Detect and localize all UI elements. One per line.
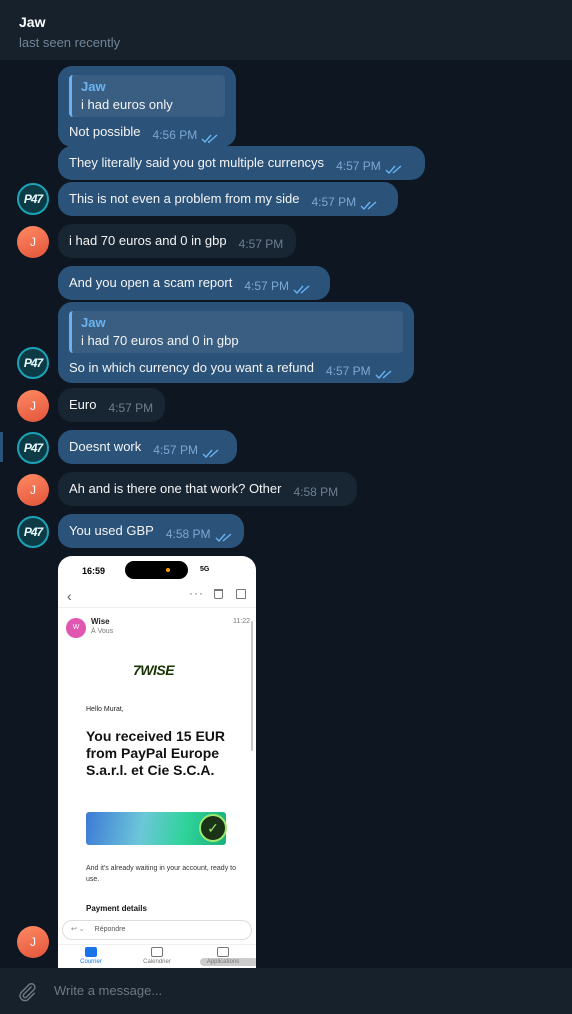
message-time: 4:58 PM — [293, 485, 339, 499]
message-time: 4:57 PM — [153, 443, 198, 457]
message-bubble-outgoing[interactable]: Doesnt work 4:57 PM — [58, 430, 237, 464]
phone-status-bar: 16:59 5G — [58, 556, 256, 584]
message-bubble-outgoing[interactable]: And you open a scam report 4:57 PM — [58, 266, 330, 300]
message-time: 4:56 PM — [152, 128, 198, 142]
message-time: 4:58 PM — [165, 527, 211, 541]
message-time: 4:57 PM — [238, 237, 284, 251]
mail-toolbar: ‹ ··· — [58, 584, 256, 608]
sender-avatar-small: W — [66, 618, 86, 638]
contact-name[interactable]: Jaw — [19, 14, 553, 30]
message-text: Doesnt work — [69, 439, 142, 454]
trash-icon — [214, 589, 223, 599]
reply-quote[interactable]: Jaw i had euros only — [69, 75, 225, 117]
attach-icon[interactable] — [16, 981, 38, 1003]
signal-indicator: 5G — [200, 566, 210, 573]
sender-avatar[interactable]: P47 — [17, 183, 49, 215]
calendar-icon — [151, 947, 163, 957]
message-bubble-outgoing[interactable]: Jaw i had 70 euros and 0 in gbp So in wh… — [58, 302, 414, 383]
reply-text: i had euros only — [81, 97, 173, 112]
read-receipt-icon — [201, 134, 218, 144]
message-text: Euro — [69, 397, 97, 412]
message-list[interactable]: Jaw i had euros only Not possible 4:56 P… — [0, 60, 572, 968]
message-time: 4:57 PM — [244, 279, 290, 293]
reply-label: Répondre — [94, 926, 126, 933]
mail-reply-bar: ↩ ⌄ Répondre — [62, 920, 252, 940]
reply-author: Jaw — [81, 79, 106, 94]
checkmark-icon: ✓ — [199, 814, 227, 842]
message-time: 4:57 PM — [108, 401, 154, 415]
message-input[interactable]: Write a message... — [54, 983, 162, 998]
mail-header: W Wise À Vous 11:22 — [58, 608, 256, 646]
avatar-logo: P47 — [23, 441, 43, 455]
dynamic-island — [125, 561, 188, 579]
read-receipt-icon — [293, 285, 310, 295]
tab-applications: Applications — [198, 947, 256, 966]
reply-quote[interactable]: Jaw i had 70 euros and 0 in gbp — [69, 311, 403, 353]
mail-sender: Wise — [91, 617, 110, 626]
message-bubble-incoming[interactable]: Euro 4:57 PM — [58, 388, 165, 422]
message-time: 4:57 PM — [311, 195, 357, 209]
message-bubble-outgoing[interactable]: Jaw i had euros only Not possible 4:56 P… — [58, 66, 236, 147]
mail-scrollbar — [251, 621, 253, 751]
mail-tab-bar: Courrier Calendrier Applications — [58, 944, 256, 968]
reply-text: i had 70 euros and 0 in gbp — [81, 333, 239, 348]
message-bubble-outgoing[interactable]: This is not even a problem from my side … — [58, 182, 398, 216]
message-text: Not possible — [69, 124, 141, 139]
read-receipt-icon — [215, 533, 231, 543]
payment-details-heading: Payment details — [86, 904, 147, 913]
mail-time: 11:22 — [233, 618, 250, 625]
contact-avatar[interactable]: J — [17, 474, 49, 506]
contact-avatar[interactable]: J — [17, 226, 49, 258]
tab-label: Calendrier — [143, 959, 171, 965]
read-receipt-icon — [385, 165, 402, 175]
message-bubble-outgoing[interactable]: They literally said you got multiple cur… — [58, 146, 425, 180]
message-composer[interactable]: Write a message... — [0, 968, 572, 1014]
message-text: They literally said you got multiple cur… — [69, 155, 325, 170]
message-text: And you open a scam report — [69, 275, 233, 290]
tab-label: Courrier — [80, 959, 102, 965]
contact-avatar[interactable]: J — [17, 926, 49, 958]
sender-avatar[interactable]: P47 — [17, 516, 49, 548]
contact-avatar[interactable]: J — [17, 390, 49, 422]
read-receipt-icon — [202, 449, 219, 459]
wise-logo: 7WISE — [133, 662, 175, 678]
mail-recipient: À Vous — [91, 628, 114, 635]
message-text: This is not even a problem from my side — [69, 191, 300, 206]
chat-header[interactable]: Jaw last seen recently — [0, 0, 572, 60]
message-bubble-outgoing[interactable]: You used GBP 4:58 PM — [58, 514, 244, 548]
tab-calendrier: Calendrier — [132, 947, 182, 965]
archive-icon — [236, 589, 246, 599]
message-text: So in which currency do you want a refun… — [69, 360, 314, 375]
reply-author: Jaw — [81, 315, 106, 330]
message-text: Ah and is there one that work? Other — [69, 481, 282, 496]
phone-time: 16:59 — [82, 566, 106, 576]
read-receipt-icon — [360, 201, 377, 211]
mail-headline: You received 15 EUR from PayPal Europe S… — [86, 728, 226, 778]
message-bubble-incoming[interactable]: Ah and is there one that work? Other 4:5… — [58, 472, 357, 506]
read-receipt-icon — [375, 370, 392, 380]
tab-courrier: Courrier — [66, 947, 116, 965]
reply-arrow-icon: ↩ ⌄ — [71, 926, 85, 933]
message-bubble-incoming[interactable]: i had 70 euros and 0 in gbp 4:57 PM — [58, 224, 296, 258]
avatar-logo: P47 — [23, 525, 43, 539]
mail-greeting: Hello Murat, — [86, 706, 124, 713]
apps-icon — [217, 947, 229, 957]
contact-status: last seen recently — [19, 35, 121, 50]
message-text: You used GBP — [69, 523, 154, 538]
more-icon: ··· — [189, 586, 204, 600]
tab-label: Applications — [206, 959, 240, 965]
back-arrow-icon: ‹ — [67, 588, 72, 604]
avatar-logo: P47 — [23, 356, 43, 370]
sender-avatar[interactable]: P47 — [17, 347, 49, 379]
photo-attachment[interactable]: 16:59 5G ‹ ··· W Wise À Vous 11:22 7WISE… — [58, 556, 256, 968]
mail-body: And it's already waiting in your account… — [86, 865, 236, 883]
message-time: 4:57 PM — [336, 159, 381, 173]
mail-icon — [85, 947, 97, 957]
message-time: 4:57 PM — [325, 364, 371, 378]
message-text: i had 70 euros and 0 in gbp — [69, 233, 227, 248]
avatar-logo: P47 — [23, 192, 43, 206]
sender-avatar[interactable]: P47 — [17, 432, 49, 464]
